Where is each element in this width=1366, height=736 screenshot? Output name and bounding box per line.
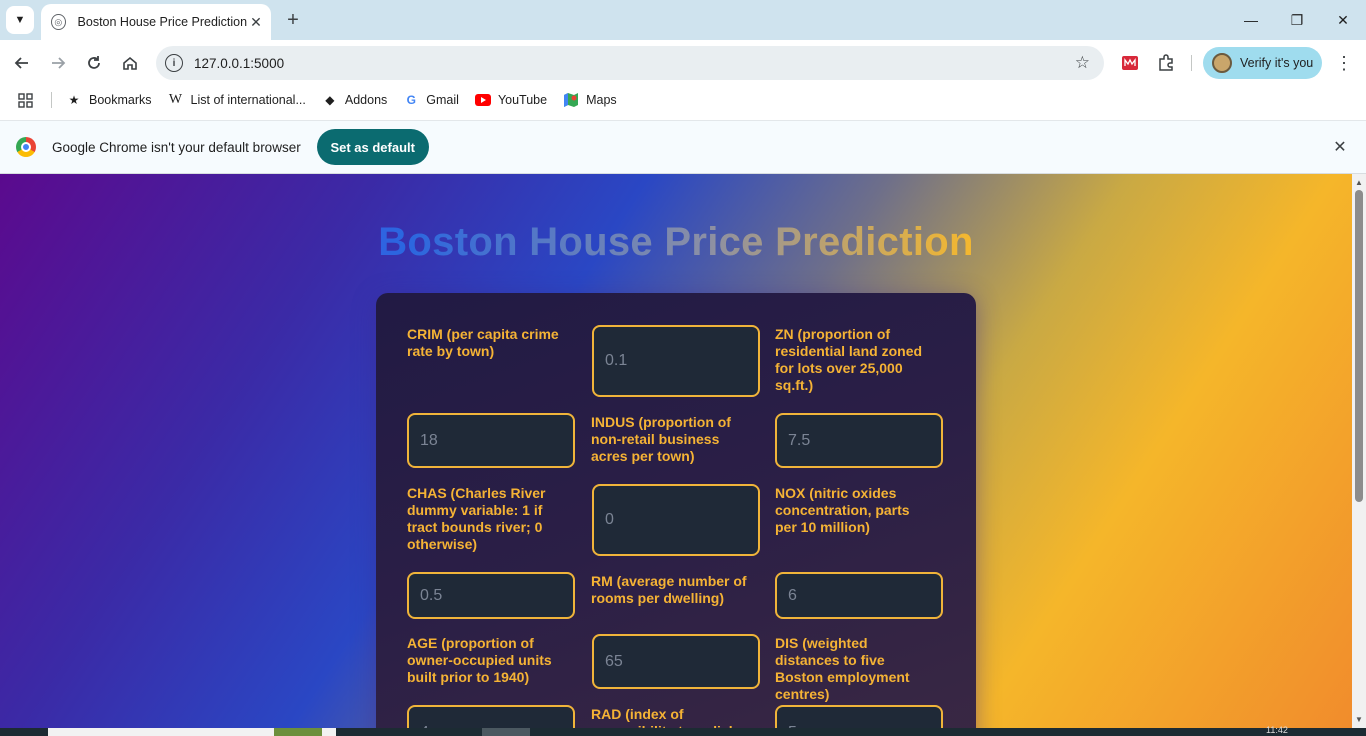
forward-button[interactable] (43, 48, 73, 78)
close-window-button[interactable]: ✕ (1320, 0, 1366, 40)
minimize-button[interactable]: — (1228, 0, 1274, 40)
page-viewport: Boston House Price Prediction CRIM (per … (0, 174, 1352, 728)
tab-strip: ▼ ◎ Boston House Price Prediction ✕ + — … (0, 0, 1366, 40)
crim-label: CRIM (per capita crime rate by town) (407, 326, 559, 359)
bookmark-wikipedia[interactable]: W List of international... (168, 92, 306, 108)
toolbar-divider (1191, 55, 1192, 71)
puzzle-icon[interactable] (1156, 53, 1176, 73)
age-label: AGE (proportion of owner-occupied units … (407, 635, 552, 685)
new-tab-button[interactable]: + (282, 9, 304, 31)
profile-button[interactable]: Verify it's you (1203, 47, 1322, 79)
rm-label: RM (average number of rooms per dwelling… (591, 573, 747, 606)
bookmark-gmail[interactable]: G Gmail (403, 92, 459, 108)
back-button[interactable] (7, 48, 37, 78)
apps-button[interactable] (18, 92, 33, 108)
restore-button[interactable]: ❐ (1274, 0, 1320, 40)
page-title: Boston House Price Prediction (0, 220, 1352, 265)
reload-icon (88, 56, 100, 69)
page-scrollbar[interactable]: ▲ ▼ (1352, 174, 1366, 728)
chas-input[interactable] (592, 484, 760, 556)
bookmarks-bar: ★ Bookmarks W List of international... ◆… (0, 86, 1366, 114)
url-text[interactable]: 127.0.0.1:5000 (194, 56, 1075, 71)
os-taskbar: 11:42 (0, 725, 1366, 736)
chrome-logo-icon (16, 137, 36, 157)
infobar-message: Google Chrome isn't your default browser (52, 139, 301, 155)
star-icon: ★ (68, 93, 80, 107)
tab-close-button[interactable]: ✕ (247, 12, 265, 32)
tab-search-button[interactable]: ▼ (6, 6, 34, 34)
globe-icon: ◎ (51, 14, 66, 30)
set-as-default-button[interactable]: Set as default (316, 129, 429, 165)
home-icon (123, 56, 137, 70)
info-icon[interactable]: i (165, 54, 183, 72)
arrow-left-icon (14, 57, 28, 69)
bookmarks-divider (51, 92, 52, 108)
bookmark-youtube[interactable]: YouTube (474, 92, 547, 108)
addons-icon: ◆ (325, 93, 335, 107)
profile-label: Verify it's you (1240, 56, 1314, 70)
rad-input[interactable] (775, 705, 943, 728)
arrow-right-icon (52, 57, 66, 69)
taskbar-app-item[interactable] (482, 728, 530, 736)
taskbar-clock: 11:42 (1266, 725, 1288, 735)
chas-label: CHAS (Charles River dummy variable: 1 if… (407, 485, 546, 552)
taskbar-search-box[interactable] (48, 728, 336, 736)
rm-input[interactable] (775, 572, 943, 619)
more-vert-icon[interactable]: ⋮ (1334, 50, 1354, 76)
maps-icon (563, 92, 579, 108)
rad-label: RAD (index of accessibility to radial hi… (591, 706, 733, 728)
bookmark-addons[interactable]: ◆ Addons (322, 92, 387, 108)
dis-input[interactable] (407, 705, 575, 728)
star-icon[interactable]: ☆ (1075, 53, 1090, 73)
active-tab[interactable]: ◎ Boston House Price Prediction ✕ (41, 4, 271, 40)
avatar (1212, 53, 1232, 73)
red-extension-icon[interactable] (1120, 53, 1140, 73)
google-icon: G (406, 93, 416, 107)
indus-label: INDUS (proportion of non-retail business… (591, 414, 731, 464)
reload-button[interactable] (79, 48, 109, 78)
home-button[interactable] (115, 48, 145, 78)
wikipedia-icon: W (168, 92, 183, 107)
chevron-down-icon: ▼ (14, 14, 26, 26)
default-browser-infobar: Google Chrome isn't your default browser… (0, 120, 1366, 174)
crim-input[interactable] (592, 325, 760, 397)
indus-input[interactable] (775, 413, 943, 468)
zn-input[interactable] (407, 413, 575, 468)
nox-label: NOX (nitric oxides concentration, parts … (775, 485, 910, 535)
bookmark-maps[interactable]: Maps (563, 92, 617, 108)
prediction-form: CRIM (per capita crime rate by town) ZN … (376, 293, 976, 728)
youtube-icon (474, 92, 491, 108)
tab-title: Boston House Price Prediction (77, 15, 248, 29)
zn-label: ZN (proportion of residential land zoned… (775, 326, 923, 393)
scroll-down-icon[interactable]: ▼ (1355, 715, 1363, 724)
browser-toolbar: i 127.0.0.1:5000 ☆ Verify it's you ⋮ (0, 40, 1366, 86)
scrollbar-thumb[interactable] (1355, 190, 1363, 502)
apps-grid-icon (18, 92, 33, 108)
infobar-close-button[interactable]: ✕ (1330, 137, 1350, 157)
nox-input[interactable] (407, 572, 575, 619)
dis-label: DIS (weighted distances to five Boston e… (775, 635, 910, 702)
scroll-up-icon[interactable]: ▲ (1355, 178, 1363, 187)
age-input[interactable] (592, 634, 760, 689)
address-bar[interactable]: i 127.0.0.1:5000 ☆ (156, 46, 1104, 80)
bookmark-bookmarks[interactable]: ★ Bookmarks (66, 92, 152, 108)
search-highlight-image (274, 728, 322, 736)
